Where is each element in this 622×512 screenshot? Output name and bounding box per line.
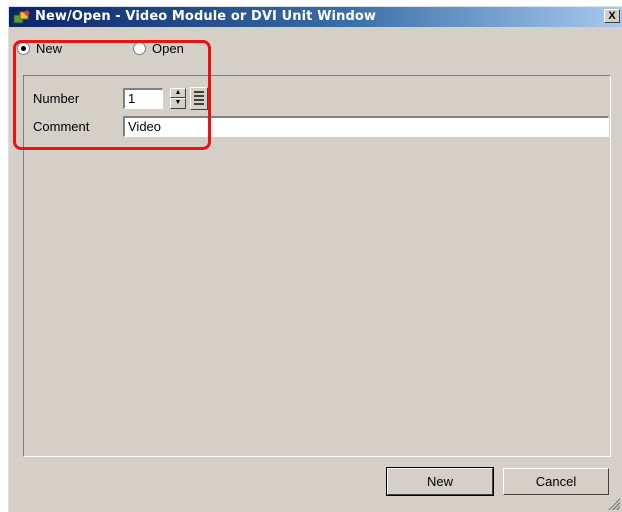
number-input[interactable]: 1 <box>123 88 163 109</box>
new-radio[interactable] <box>17 42 30 55</box>
new-radio-label[interactable]: New <box>36 41 62 56</box>
open-radio-label[interactable]: Open <box>152 41 184 56</box>
close-icon: X <box>608 10 616 22</box>
keypad-button[interactable] <box>190 87 208 110</box>
comment-label: Comment <box>33 119 90 134</box>
number-spinner[interactable]: ▲ ▼ <box>170 88 186 109</box>
radio-selected-dot <box>21 46 26 51</box>
comment-input[interactable]: Video <box>123 116 609 137</box>
new-button[interactable]: New <box>386 467 494 496</box>
title-bar[interactable]: New/Open - Video Module or DVI Unit Wind… <box>9 7 622 27</box>
close-button[interactable]: X <box>604 9 620 23</box>
window-title: New/Open - Video Module or DVI Unit Wind… <box>35 9 377 24</box>
open-radio[interactable] <box>133 42 146 55</box>
keypad-icon <box>194 91 204 106</box>
dialog-window: New/Open - Video Module or DVI Unit Wind… <box>8 6 622 512</box>
app-icon <box>13 10 30 24</box>
resize-grip-icon[interactable] <box>608 498 620 510</box>
spin-up-icon[interactable]: ▲ <box>170 88 186 98</box>
spin-down-icon[interactable]: ▼ <box>170 98 186 109</box>
number-label: Number <box>33 91 80 106</box>
cancel-button[interactable]: Cancel <box>503 468 609 495</box>
